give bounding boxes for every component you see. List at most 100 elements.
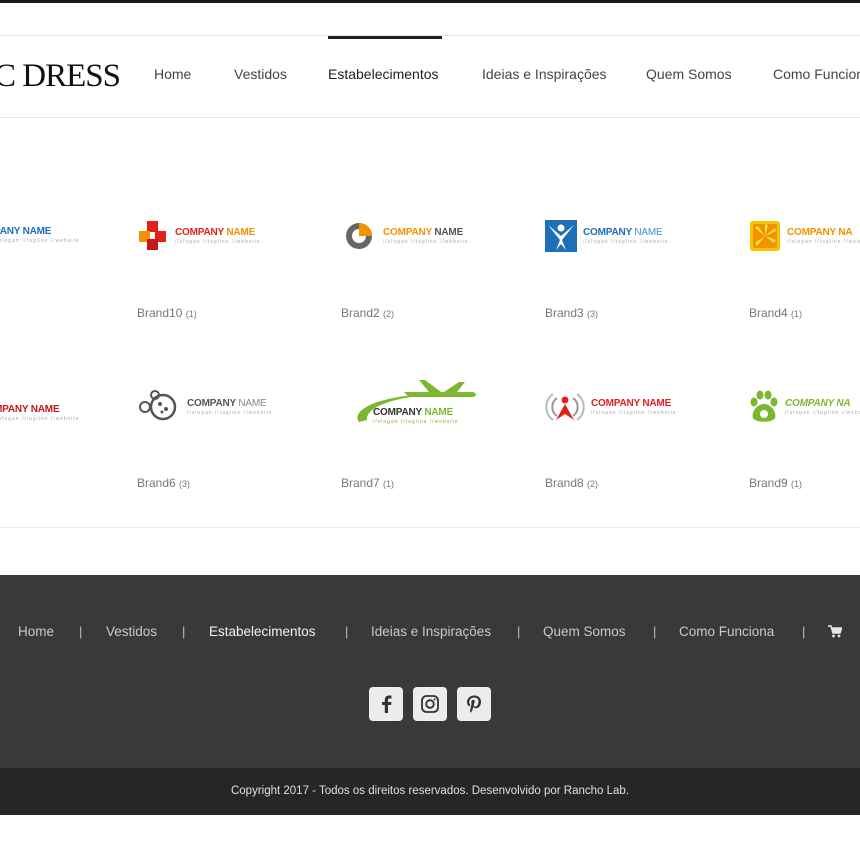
top-border	[0, 0, 860, 3]
logo-tagline: //slogan //tagline //website	[591, 409, 677, 416]
brand-cell-brand8[interactable]: COMPANY NAME //slogan //tagline //websit…	[545, 387, 715, 517]
logo-name: PANY NAME	[0, 225, 52, 237]
logo-tagline: //slogan //tagline //website	[175, 238, 261, 245]
brand-caption[interactable]: Brand4 (1)	[749, 306, 802, 320]
brand-caption[interactable]: Brand6 (3)	[137, 476, 190, 490]
logo-name-right: NAME	[238, 397, 267, 409]
footer-nav-estabelecimentos[interactable]: Estabelecimentos	[209, 624, 316, 639]
logo-name-left: COMPANY	[383, 226, 432, 238]
brand-logo: COMPANY NAME //slogan //tagline //websit…	[545, 387, 677, 427]
pinterest-icon[interactable]	[457, 687, 491, 721]
brand-logo: MPANY NAME //slogan //tagline //website	[0, 393, 80, 433]
nav-item-como-funciona[interactable]: Como Funcion	[773, 66, 860, 82]
footer: Home | Vestidos | Estabelecimentos | Ide…	[0, 575, 860, 768]
brand-cell-partial-left-2[interactable]: MPANY NAME //slogan //tagline //website	[0, 393, 79, 523]
brand-name: Brand7	[341, 476, 380, 490]
nav-item-home[interactable]: Home	[154, 66, 191, 82]
brand-cell-brand6[interactable]: COMPANY NAME //slogan //tagline //websit…	[137, 387, 307, 517]
logo-name-left: COMPANY NA	[787, 226, 853, 238]
brand-caption[interactable]: Brand2 (2)	[341, 306, 394, 320]
footer-nav-separator: |	[802, 624, 806, 639]
footer-nav-separator: |	[79, 624, 83, 639]
signal-person-icon	[545, 393, 585, 421]
cubes-icon	[139, 221, 166, 250]
footer-nav-separator: |	[517, 624, 521, 639]
brand-name: Brand6	[137, 476, 176, 490]
footer-nav-vestidos[interactable]: Vestidos	[106, 624, 157, 639]
brand-logo: COMPANY NAME //slogan //tagline //websit…	[137, 387, 273, 427]
brand-logo: PANY NAME //slogan //tagline //website	[0, 215, 80, 255]
brand-count: (2)	[587, 479, 599, 489]
brand-cell-brand2[interactable]: COMPANY NAME //slogan //tagline //websit…	[341, 216, 511, 346]
brand-caption[interactable]: Brand10 (1)	[137, 306, 197, 320]
footer-nav: Home | Vestidos | Estabelecimentos | Ide…	[0, 624, 860, 644]
brand-count: (1)	[791, 479, 803, 489]
brand-logo: COMPANY NA //slogan //tagline //website	[749, 387, 860, 427]
brand-logo: COMPANY NAME //slogan //tagline //websit…	[341, 216, 469, 256]
nav-item-vestidos[interactable]: Vestidos	[234, 66, 287, 82]
logo-name-right: NAME	[434, 226, 464, 238]
brand-name: Brand10	[137, 306, 183, 320]
footer-nav-quem-somos[interactable]: Quem Somos	[543, 624, 626, 639]
logo-tagline: //slogan //tagline //website	[583, 238, 669, 245]
brand-logo: COMPANY NAME //slogan //tagline //websit…	[137, 216, 261, 256]
brand-name: Brand8	[545, 476, 584, 490]
footer-nav-separator: |	[653, 624, 657, 639]
copyright-bar: Copyright 2017 - Todos os direitos reser…	[0, 768, 860, 815]
logo-tagline: //slogan //tagline //website	[0, 237, 80, 244]
brand-logo: COMPANY NAME //slogan //tagline //websit…	[545, 216, 669, 256]
logo-tagline: //slogan //tagline //website	[787, 238, 860, 245]
cart-icon[interactable]	[828, 625, 843, 643]
logo-tagline: //slogan //tagline //website	[373, 419, 459, 425]
content-divider	[0, 527, 860, 528]
header-divider-bottom	[0, 117, 860, 118]
facebook-icon[interactable]	[369, 687, 403, 721]
brand-cell-brand4[interactable]: COMPANY NA //slogan //tagline //website …	[749, 216, 860, 346]
brand-caption[interactable]: Brand3 (3)	[545, 306, 598, 320]
nav-item-estabelecimentos[interactable]: Estabelecimentos	[328, 66, 439, 82]
instagram-icon[interactable]	[413, 687, 447, 721]
logo-name-right: NAME	[634, 226, 663, 238]
brand-cell-partial-left-1[interactable]: PANY NAME //slogan //tagline //website	[0, 215, 79, 345]
logo-tagline: //slogan //tagline //website	[187, 409, 273, 416]
brand-cell-brand10[interactable]: COMPANY NAME //slogan //tagline //websit…	[137, 216, 307, 346]
brand-name: Brand4	[749, 306, 788, 320]
logo-name: MPANY NAME	[0, 403, 60, 415]
brand-cell-brand9[interactable]: COMPANY NA //slogan //tagline //website …	[749, 387, 860, 517]
footer-nav-ideias[interactable]: Ideias e Inspirações	[371, 624, 491, 639]
brand-cell-brand3[interactable]: COMPANY NAME //slogan //tagline //websit…	[545, 216, 715, 346]
brand-caption[interactable]: Brand7 (1)	[341, 476, 394, 490]
brand-count: (3)	[179, 479, 191, 489]
brand-caption[interactable]: Brand9 (1)	[749, 476, 802, 490]
logo-name-right: NAME	[642, 397, 672, 409]
brand-caption[interactable]: Brand8 (2)	[545, 476, 598, 490]
logo-tagline: //slogan //tagline //website	[785, 409, 860, 416]
brand-count: (2)	[383, 309, 395, 319]
footer-nav-separator: |	[345, 624, 349, 639]
logo-name-left: COMPANY	[591, 397, 640, 409]
brand-count: (3)	[587, 309, 599, 319]
brand-count: (1)	[185, 309, 197, 319]
molecule-icon	[139, 390, 177, 421]
nav-item-ideias[interactable]: Ideias e Inspirações	[482, 66, 607, 82]
brand-count: (1)	[383, 479, 395, 489]
footer-nav-separator: |	[182, 624, 186, 639]
person-square-icon	[545, 220, 577, 252]
brand-logo: COMPANY NA //slogan //tagline //website	[749, 216, 860, 256]
logo-name-left: COMPANY NA	[785, 397, 851, 409]
brand-name: Brand2	[341, 306, 380, 320]
brand-count: (1)	[791, 309, 803, 319]
logo-tagline: //slogan //tagline //website	[383, 238, 469, 245]
footer-nav-home[interactable]: Home	[18, 624, 54, 639]
logo-name-left: COMPANY	[187, 397, 236, 409]
logo-name-left: COMPANY	[175, 226, 224, 238]
nav-item-quem-somos[interactable]: Quem Somos	[646, 66, 732, 82]
airplane-icon	[357, 380, 476, 422]
sun-square-icon	[750, 221, 780, 251]
logo-tagline: //slogan //tagline //website	[0, 415, 80, 422]
paw-icon	[750, 390, 778, 422]
footer-nav-como-funciona[interactable]: Como Funciona	[679, 624, 774, 639]
brand-cell-brand7[interactable]: COMPANY NAME //slogan //tagline //websit…	[341, 378, 481, 508]
brand-name: Brand9	[749, 476, 788, 490]
logo-name-left: COMPANY	[583, 226, 632, 238]
